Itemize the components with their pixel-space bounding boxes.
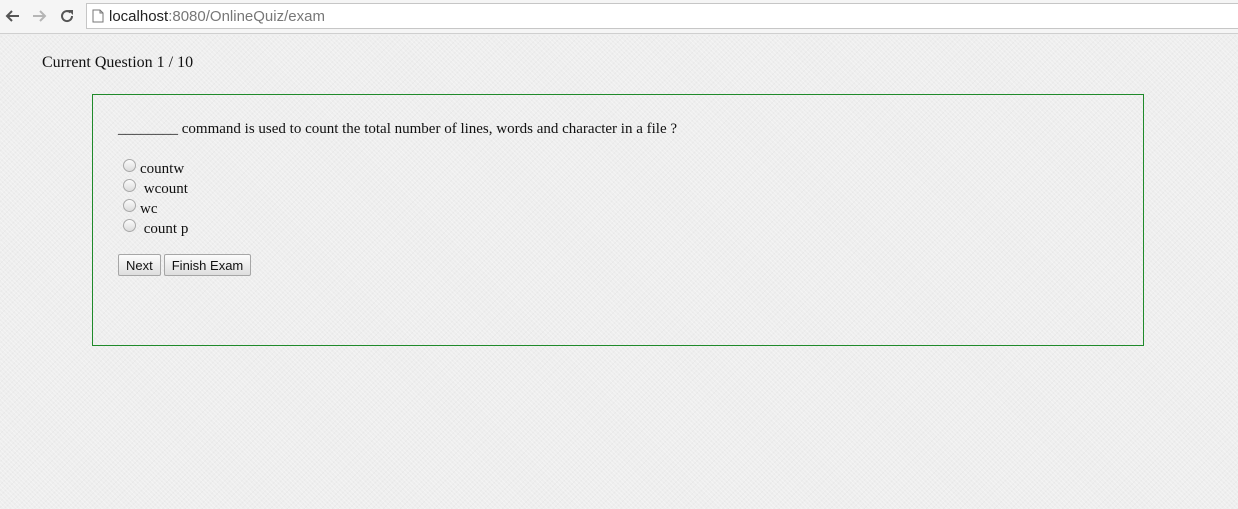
answer-option[interactable]: wcount: [123, 178, 188, 198]
back-button[interactable]: [2, 5, 24, 27]
radio-button[interactable]: [123, 159, 136, 172]
question-box: ________ command is used to count the to…: [92, 94, 1144, 346]
answer-option-label: wcount: [140, 181, 188, 197]
address-bar[interactable]: localhost:8080/OnlineQuiz/exam: [86, 3, 1238, 29]
finish-exam-button[interactable]: Finish Exam: [163, 254, 252, 276]
page-icon: [87, 3, 109, 29]
page-content: Current Question 1 / 10 ________ command…: [0, 35, 1238, 509]
current-question-indicator: Current Question 1 / 10: [42, 54, 194, 71]
answer-option-label: count p: [140, 221, 189, 237]
radio-button[interactable]: [123, 179, 136, 192]
answer-option[interactable]: wc: [123, 198, 188, 218]
question-text: ________ command is used to count the to…: [118, 121, 678, 137]
back-arrow-icon: [5, 10, 19, 22]
next-button[interactable]: Next: [118, 254, 161, 276]
answer-option[interactable]: countw: [123, 158, 188, 178]
url-host: localhost: [109, 7, 169, 25]
radio-button[interactable]: [123, 199, 136, 212]
reload-button[interactable]: [56, 5, 78, 27]
browser-toolbar: localhost:8080/OnlineQuiz/exam: [0, 0, 1238, 34]
radio-button[interactable]: [123, 219, 136, 232]
action-buttons: Next Finish Exam: [118, 254, 252, 276]
answer-option[interactable]: count p: [123, 218, 188, 238]
forward-arrow-icon: [33, 10, 47, 22]
answer-option-label: countw: [140, 161, 185, 177]
forward-button[interactable]: [28, 5, 50, 27]
reload-icon: [61, 10, 74, 23]
answer-option-label: wc: [140, 201, 158, 217]
answer-options: countw wcount wc count p: [123, 158, 188, 238]
url-path: :8080/OnlineQuiz/exam: [168, 7, 325, 25]
